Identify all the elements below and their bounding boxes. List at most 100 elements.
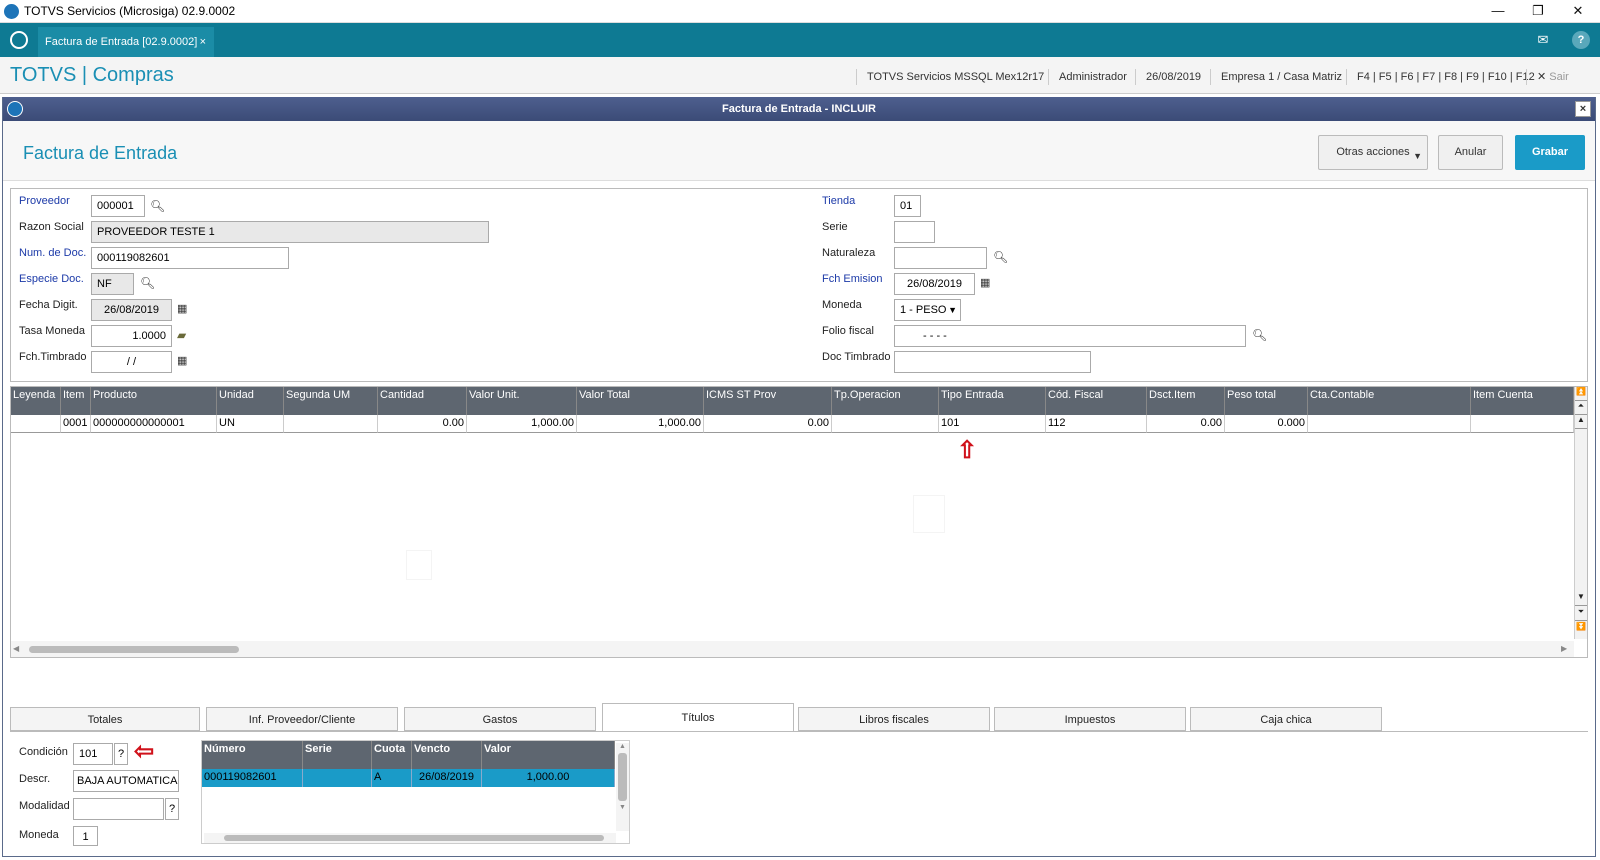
num-doc-input[interactable]: 000119082601 bbox=[91, 247, 289, 269]
grid-header-1[interactable]: Item bbox=[61, 387, 91, 415]
scroll-thumb[interactable] bbox=[618, 753, 627, 801]
user-info[interactable]: Administrador bbox=[1048, 69, 1137, 85]
grid-cell-9[interactable] bbox=[832, 415, 939, 433]
cancel-button[interactable]: Anular bbox=[1438, 135, 1503, 170]
titulos-header-0[interactable]: Número bbox=[202, 741, 303, 769]
mail-icon[interactable]: ✉ bbox=[1534, 31, 1552, 49]
fch-timbrado-input[interactable]: / / bbox=[91, 351, 172, 373]
grid-header-5[interactable]: Cantidad bbox=[378, 387, 467, 415]
fecha-digit-input[interactable]: 26/08/2019 bbox=[91, 299, 172, 321]
titulos-cell-3[interactable]: 26/08/2019 bbox=[412, 769, 482, 787]
tab-inf-proveedor-cliente[interactable]: Inf. Proveedor/Cliente bbox=[206, 707, 398, 731]
grid-cell-8[interactable]: 0.00 bbox=[704, 415, 832, 433]
scroll-right-icon[interactable]: ▶ bbox=[1561, 644, 1567, 653]
grid-cell-1[interactable]: 0001 bbox=[61, 415, 91, 433]
other-actions-button[interactable]: Otras acciones ▼ bbox=[1318, 135, 1428, 170]
search-icon[interactable]: 🔍︎ bbox=[140, 276, 155, 290]
grid-cell-10[interactable]: 101 bbox=[939, 415, 1046, 433]
grid-header-4[interactable]: Segunda UM bbox=[284, 387, 378, 415]
titulos-vertical-scrollbar[interactable]: ▲ ▼ bbox=[616, 743, 629, 831]
grid-cell-14[interactable] bbox=[1308, 415, 1471, 433]
serie-input[interactable] bbox=[894, 221, 935, 243]
company-info[interactable]: Empresa 1 / Casa Matriz bbox=[1210, 69, 1352, 85]
grid-cell-15[interactable] bbox=[1471, 415, 1574, 433]
scroll-down-icon[interactable]: ▼ bbox=[616, 804, 629, 811]
scroll-up-icon[interactable]: ▲ bbox=[616, 743, 629, 750]
scroll-bottom-icon[interactable]: ⏬ bbox=[1575, 622, 1587, 636]
save-button[interactable]: Grabar bbox=[1515, 135, 1585, 170]
search-icon[interactable]: 🔍︎ bbox=[993, 250, 1008, 264]
grid-header-3[interactable]: Unidad bbox=[217, 387, 284, 415]
doc-timbrado-input[interactable] bbox=[894, 351, 1091, 373]
tab-t-tulos[interactable]: Títulos bbox=[602, 703, 794, 731]
tab-caja-chica[interactable]: Caja chica bbox=[1190, 707, 1382, 731]
grid-cell-6[interactable]: 1,000.00 bbox=[467, 415, 577, 433]
especie-doc-input[interactable]: NF bbox=[91, 273, 134, 295]
grid-cell-13[interactable]: 0.000 bbox=[1225, 415, 1308, 433]
grid-header-8[interactable]: ICMS ST Prov bbox=[704, 387, 832, 415]
grid-header-11[interactable]: Cód. Fiscal bbox=[1046, 387, 1147, 415]
grid-header-6[interactable]: Valor Unit. bbox=[467, 387, 577, 415]
dialog-close-button[interactable]: × bbox=[1575, 101, 1591, 117]
exit-button[interactable]: ✕ Sair bbox=[1526, 69, 1579, 85]
titulos-cell-2[interactable]: A bbox=[372, 769, 412, 787]
tasa-moneda-input[interactable]: 1.0000 bbox=[91, 325, 172, 347]
fch-emision-input[interactable]: 26/08/2019 bbox=[894, 273, 975, 295]
scroll-thumb[interactable] bbox=[29, 646, 239, 653]
titulos-header-4[interactable]: Valor bbox=[482, 741, 615, 769]
tab-factura-entrada[interactable]: Factura de Entrada [02.9.0002] × bbox=[38, 27, 214, 57]
grid-header-14[interactable]: Cta.Contable bbox=[1308, 387, 1471, 415]
titulos-header-2[interactable]: Cuota bbox=[372, 741, 412, 769]
grid-header-12[interactable]: Dsct.Item bbox=[1147, 387, 1225, 415]
grid-cell-11[interactable]: 112 bbox=[1046, 415, 1147, 433]
scroll-thumb[interactable] bbox=[224, 835, 604, 841]
titulos-header-3[interactable]: Vencto bbox=[412, 741, 482, 769]
grid-header-0[interactable]: Leyenda bbox=[11, 387, 61, 415]
horizontal-scrollbar[interactable]: ◀ ▶ bbox=[11, 641, 1574, 657]
proveedor-input[interactable]: 000001 bbox=[91, 195, 145, 217]
money-icon[interactable]: ▰ bbox=[177, 328, 186, 342]
scroll-page-up-icon[interactable]: ⏶ bbox=[1575, 401, 1587, 415]
titulos-cell-4[interactable]: 1,000.00 bbox=[482, 769, 615, 787]
grid-cell-4[interactable] bbox=[284, 415, 378, 433]
moneda-titulos-input[interactable]: 1 bbox=[73, 826, 98, 846]
date-info[interactable]: 26/08/2019 bbox=[1135, 69, 1211, 85]
tab-close-icon[interactable]: × bbox=[200, 27, 206, 57]
totvs-menu-icon[interactable] bbox=[10, 31, 28, 49]
scroll-page-down-icon[interactable]: ⏷ bbox=[1575, 607, 1587, 621]
scroll-top-icon[interactable]: ⏫ bbox=[1575, 387, 1587, 401]
grid-header-13[interactable]: Peso total bbox=[1225, 387, 1308, 415]
titulos-header-1[interactable]: Serie bbox=[303, 741, 372, 769]
close-window-button[interactable]: ✕ bbox=[1558, 0, 1598, 22]
tab-impuestos[interactable]: Impuestos bbox=[994, 707, 1186, 731]
grid-header-10[interactable]: Tipo Entrada bbox=[939, 387, 1046, 415]
moneda-select[interactable]: 1 - PESO ▼ bbox=[894, 299, 961, 321]
grid-header-9[interactable]: Tp.Operacion bbox=[832, 387, 939, 415]
search-icon[interactable]: 🔍︎ bbox=[1252, 328, 1267, 342]
descr-input[interactable]: BAJA AUTOMATICA bbox=[73, 770, 179, 792]
grid-cell-5[interactable]: 0.00 bbox=[378, 415, 467, 433]
help-icon[interactable]: ? bbox=[1572, 31, 1590, 49]
grid-cell-3[interactable]: UN bbox=[217, 415, 284, 433]
tab-gastos[interactable]: Gastos bbox=[404, 707, 596, 731]
grid-cell-2[interactable]: 000000000000001 bbox=[91, 415, 217, 433]
tab-libros-fiscales[interactable]: Libros fiscales bbox=[798, 707, 990, 731]
calendar-icon[interactable]: ▦ bbox=[980, 276, 990, 289]
naturaleza-input[interactable] bbox=[894, 247, 987, 269]
tab-totales[interactable]: Totales bbox=[10, 707, 200, 731]
condicion-help-button[interactable]: ? bbox=[114, 743, 128, 765]
titulos-horizontal-scrollbar[interactable] bbox=[204, 833, 616, 843]
titulos-cell-0[interactable]: 000119082601 bbox=[202, 769, 303, 787]
calendar-icon[interactable]: ▦ bbox=[177, 302, 187, 315]
grid-cell-0[interactable] bbox=[11, 415, 61, 433]
minimize-button[interactable]: — bbox=[1478, 0, 1518, 22]
grid-header-2[interactable]: Producto bbox=[91, 387, 217, 415]
folio-fiscal-input[interactable]: - - - - bbox=[894, 325, 1246, 347]
condicion-input[interactable]: 101 bbox=[73, 743, 113, 765]
grid-cell-7[interactable]: 1,000.00 bbox=[577, 415, 704, 433]
calendar-icon[interactable]: ▦ bbox=[177, 354, 187, 367]
modalidad-help-button[interactable]: ? bbox=[165, 798, 179, 820]
vertical-scrollbar[interactable]: ⏫ ⏶ ▲ ▼ ⏷ ⏬ bbox=[1574, 387, 1587, 639]
grid-cell-12[interactable]: 0.00 bbox=[1147, 415, 1225, 433]
titulos-cell-1[interactable] bbox=[303, 769, 372, 787]
